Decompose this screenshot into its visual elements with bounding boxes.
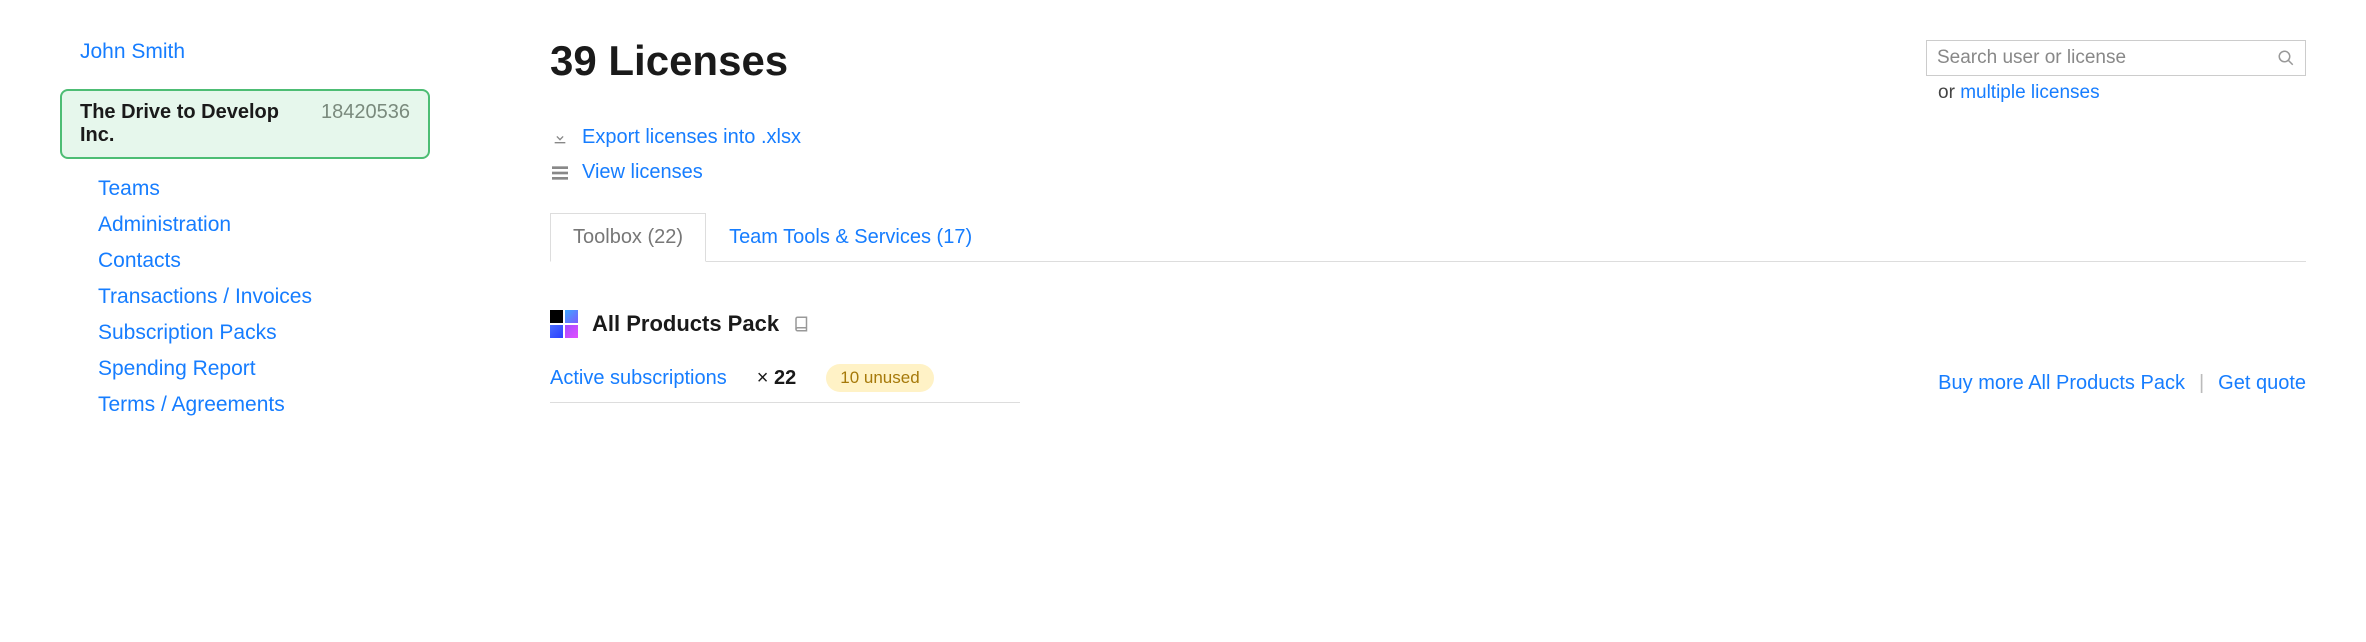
sidebar-item-administration[interactable]: Administration — [98, 213, 231, 236]
search-input-wrap[interactable] — [1926, 40, 2306, 76]
org-name: The Drive to Develop Inc. — [80, 101, 309, 147]
multiple-licenses-link[interactable]: multiple licenses — [1960, 82, 2099, 103]
list-icon — [550, 166, 570, 180]
subscription-count: × 22 — [757, 367, 797, 390]
search-or-text: or — [1938, 82, 1960, 103]
sidebar-item-contacts[interactable]: Contacts — [98, 249, 181, 272]
product-logo-icon — [550, 310, 578, 338]
export-link[interactable]: Export licenses into .xlsx — [582, 126, 801, 149]
search-block: or multiple licenses — [1926, 40, 2306, 104]
view-licenses-link[interactable]: View licenses — [582, 161, 703, 184]
sidebar-item-subscription-packs[interactable]: Subscription Packs — [98, 321, 277, 344]
product-section: All Products Pack Active subscriptions ×… — [550, 310, 2306, 403]
org-badge[interactable]: The Drive to Develop Inc. 18420536 — [60, 89, 430, 159]
sidebar-item-teams[interactable]: Teams — [98, 177, 160, 200]
user-link[interactable]: John Smith — [80, 40, 185, 64]
tabs: Toolbox (22) Team Tools & Services (17) — [550, 212, 2306, 262]
search-input[interactable] — [1937, 47, 2277, 69]
sidebar-item-spending-report[interactable]: Spending Report — [98, 357, 256, 380]
buy-more-link[interactable]: Buy more All Products Pack — [1938, 372, 2185, 395]
sidebar-nav: Teams Administration Contacts Transactio… — [60, 177, 430, 417]
unused-badge: 10 unused — [826, 364, 933, 392]
active-subscriptions-link[interactable]: Active subscriptions — [550, 367, 727, 390]
org-id: 18420536 — [321, 101, 410, 124]
page-title: 39 Licenses — [550, 40, 788, 82]
get-quote-link[interactable]: Get quote — [2218, 372, 2306, 395]
main-content: 39 Licenses or multiple licenses Export — [550, 40, 2306, 429]
sidebar-item-terms[interactable]: Terms / Agreements — [98, 393, 285, 416]
sidebar: John Smith The Drive to Develop Inc. 184… — [60, 40, 430, 429]
search-icon[interactable] — [2277, 49, 2295, 67]
tab-team-tools[interactable]: Team Tools & Services (17) — [706, 213, 995, 262]
download-icon — [550, 130, 570, 146]
sidebar-item-transactions[interactable]: Transactions / Invoices — [98, 285, 312, 308]
tab-toolbox[interactable]: Toolbox (22) — [550, 213, 706, 262]
separator: | — [2199, 372, 2204, 395]
product-name: All Products Pack — [592, 311, 779, 337]
book-icon[interactable] — [793, 315, 811, 333]
